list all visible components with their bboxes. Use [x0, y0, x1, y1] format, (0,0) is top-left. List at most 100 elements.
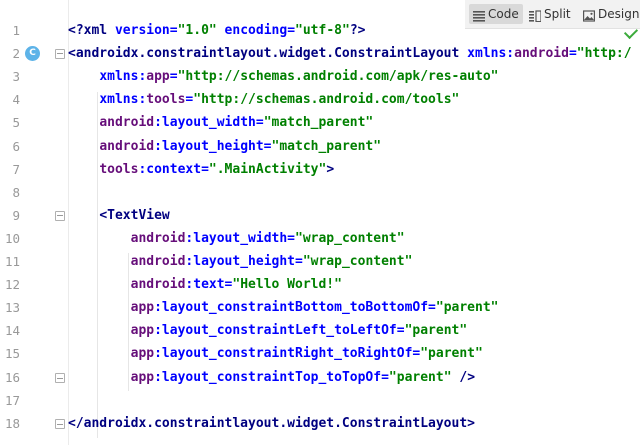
code-text: app:layout_constraintBottom_toBottomOf="…	[68, 296, 499, 319]
code-text: android:layout_height="wrap_content"	[68, 250, 413, 273]
code-line[interactable]: 4 xmlns:tools="http://schemas.android.co…	[0, 88, 640, 111]
fold-end-icon[interactable]	[55, 372, 65, 383]
code-view-icon	[473, 8, 485, 22]
code-token: encoding	[216, 23, 288, 38]
code-token: app	[130, 323, 155, 339]
code-token: :layout_height=	[154, 138, 272, 154]
code-line[interactable]: 17	[0, 389, 640, 412]
code-token: xmlns:	[99, 69, 147, 85]
code-token: android	[130, 254, 186, 269]
code-token: :layout_height=	[185, 254, 303, 269]
code-token: ?>	[349, 23, 366, 38]
design-view-button[interactable]: Design	[579, 4, 640, 24]
code-text: xmlns:app="http://schemas.android.com/ap…	[68, 65, 499, 88]
line-number: 17	[4, 392, 20, 408]
code-token: :layout_constraintBottom_toBottomOf=	[154, 300, 436, 316]
code-text: <?xml version="1.0" encoding="utf-8"?>	[68, 19, 365, 42]
code-token: app	[130, 346, 155, 362]
split-view-label: Split	[544, 7, 571, 21]
code-token: :text=	[185, 277, 233, 293]
code-token: :layout_constraintTop_toTopOf=	[154, 369, 389, 385]
code-token: </androidx.constraintlayout.widget.Const…	[68, 415, 475, 431]
code-token: =	[287, 23, 296, 38]
code-token: =	[169, 69, 178, 85]
code-token: <androidx.constraintlayout.widget.Constr…	[68, 46, 468, 62]
code-line[interactable]: 11 android:layout_height="wrap_content"	[0, 250, 640, 273]
code-text: app:layout_constraintLeft_toLeftOf="pare…	[68, 319, 468, 342]
code-line[interactable]: 16 app:layout_constraintTop_toTopOf="par…	[0, 366, 640, 389]
code-token: app	[146, 69, 170, 85]
code-token: :layout_constraintLeft_toLeftOf=	[154, 323, 405, 339]
code-line[interactable]: 13 app:layout_constraintBottom_toBottomO…	[0, 296, 640, 319]
code-text: <androidx.constraintlayout.widget.Constr…	[68, 42, 632, 65]
code-editor[interactable]: 1 <?xml version="1.0" encoding="utf-8"?> 2…	[0, 0, 640, 445]
code-line[interactable]: 3 xmlns:app="http://schemas.android.com/…	[0, 65, 640, 88]
code-token: :layout_width=	[154, 115, 264, 131]
code-line[interactable]: 12 android:text="Hello World!"	[0, 273, 640, 296]
fold-end-icon[interactable]	[55, 418, 65, 429]
code-line[interactable]: 14 app:layout_constraintLeft_toLeftOf="p…	[0, 319, 640, 342]
code-token: "parent"	[435, 300, 499, 316]
code-token: "match_parent"	[263, 115, 374, 131]
code-line[interactable]: 7 tools:context=".MainActivity">	[0, 158, 640, 181]
split-view-button[interactable]: Split	[525, 4, 575, 24]
code-line[interactable]: 6 android:layout_height="match_parent"	[0, 135, 640, 158]
fold-collapse-icon[interactable]	[55, 210, 65, 221]
code-text: </androidx.constraintlayout.widget.Const…	[68, 412, 475, 435]
code-line[interactable]: 8	[0, 181, 640, 204]
code-token: >	[326, 161, 335, 177]
line-number: 9	[12, 207, 20, 223]
design-view-icon	[583, 8, 596, 22]
view-mode-toolbar: Code Split Design	[465, 0, 640, 29]
split-view-icon	[529, 8, 542, 23]
code-token: "http://schemas.android.com/tools"	[193, 92, 460, 108]
code-token: version	[114, 23, 170, 38]
line-number: 4	[12, 92, 20, 108]
code-token: "http:/	[576, 46, 632, 62]
line-number: 12	[4, 277, 20, 293]
line-number: 11	[4, 254, 20, 269]
line-number: 16	[4, 369, 20, 385]
code-token: app	[130, 300, 155, 316]
line-number: 8	[12, 184, 20, 200]
line-number: 18	[4, 415, 20, 431]
code-text: <TextView	[68, 204, 169, 227]
code-line[interactable]: 9 <TextView	[0, 204, 640, 227]
code-line[interactable]: 2 <androidx.constraintlayout.widget.Const…	[0, 42, 640, 65]
code-text: xmlns:tools="http://schemas.android.com/…	[68, 88, 459, 111]
line-number: 10	[4, 230, 20, 246]
line-number: 2	[12, 46, 20, 62]
class-gutter-icon[interactable]: C	[25, 46, 40, 62]
code-token: "match_parent"	[271, 138, 382, 154]
line-number: 3	[12, 69, 20, 85]
code-token: =	[169, 23, 178, 38]
code-token: "parent"	[388, 369, 452, 385]
code-text: android:layout_width="wrap_content"	[68, 227, 405, 250]
code-token: "Hello World!"	[232, 277, 342, 293]
code-line[interactable]: 15 app:layout_constraintRight_toRightOf=…	[0, 342, 640, 365]
code-line[interactable]: 18 </androidx.constraintlayout.widget.Con…	[0, 412, 640, 435]
code-line[interactable]: 5 android:layout_width="match_parent"	[0, 111, 640, 134]
fold-collapse-icon[interactable]	[55, 49, 65, 60]
code-token: "http://schemas.android.com/apk/res-auto…	[177, 69, 499, 85]
code-line[interactable]: 10 android:layout_width="wrap_content"	[0, 227, 640, 250]
code-token: :context=	[138, 161, 209, 177]
line-number: 5	[12, 115, 20, 131]
code-text: tools:context=".MainActivity">	[68, 158, 334, 181]
code-token: />	[451, 369, 476, 385]
line-number: 6	[12, 138, 20, 154]
code-text: android:layout_height="match_parent"	[68, 135, 381, 158]
code-token: <?xml	[68, 23, 115, 38]
line-number: 1	[12, 23, 20, 38]
code-token: app	[130, 369, 155, 385]
code-view-label: Code	[488, 7, 519, 21]
code-view-button[interactable]: Code	[469, 4, 523, 24]
